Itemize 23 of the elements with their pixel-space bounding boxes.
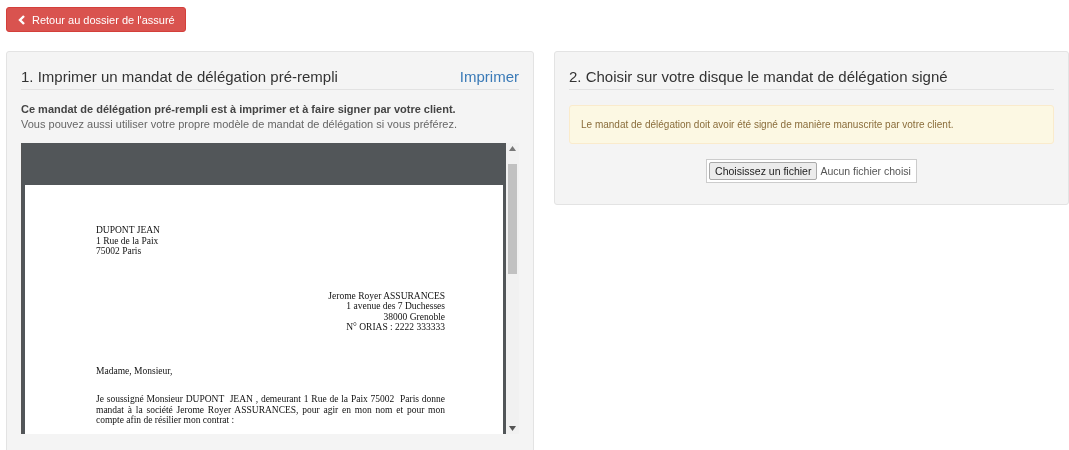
recipient-line: N° ORIAS : 2222 333333: [345, 322, 445, 333]
choose-file-button[interactable]: Choisissez un fichier: [709, 162, 818, 180]
recipient-line: 1 avenue des 7 Duchesses: [345, 301, 445, 312]
warning-alert: Le mandat de délégation doit avoir été signé de manière manuscrite par votre client.: [569, 105, 1054, 144]
sender-line: DUPONT JEAN: [96, 225, 161, 236]
hint-text: Vous pouvez aussi utiliser votre propre modèle de mandat de délégation si vous préférez.: [21, 118, 458, 130]
panel-title: 1. Imprimer un mandat de délégation pré-rempli: [21, 68, 338, 85]
instruction-text: Ce mandat de délégation pré-rempli est à imprimer et à faire signer par votre client.: [21, 103, 457, 115]
scroll-down-icon[interactable]: [509, 426, 516, 431]
panel-title: 2. Choisir sur votre disque le mandat de délégation signé: [569, 68, 948, 85]
back-button[interactable]: Retour au dossier de l'assuré: [6, 7, 186, 32]
letter-paragraph: Je soussigné Monsieur DUPONT JEAN , demeurant 1 Rue de la Paix 75002 Paris donne mandat à la société Jerome Royer ASSURANCES, pour agir en mon nom et pour mon compte afin de résilier mon contrat :: [96, 394, 445, 426]
print-link[interactable]: Imprimer: [459, 68, 519, 85]
scroll-up-icon[interactable]: [509, 146, 516, 151]
file-input[interactable]: Choisissez un fichier Aucun fichier choisi: [706, 159, 917, 183]
sender-line: 1 Rue de la Paix: [96, 235, 160, 246]
recipient-line: 38000 Grenoble: [382, 311, 445, 322]
file-status: Aucun fichier choisi: [819, 165, 912, 177]
recipient-line: Jerome Royer ASSURANCES: [327, 290, 445, 301]
chevron-left-icon: [18, 14, 25, 25]
sender-line: 75002 Paris: [96, 246, 143, 257]
scroll-thumb[interactable]: [508, 164, 517, 274]
greeting-text: Madame, Monsieur,: [96, 365, 174, 376]
